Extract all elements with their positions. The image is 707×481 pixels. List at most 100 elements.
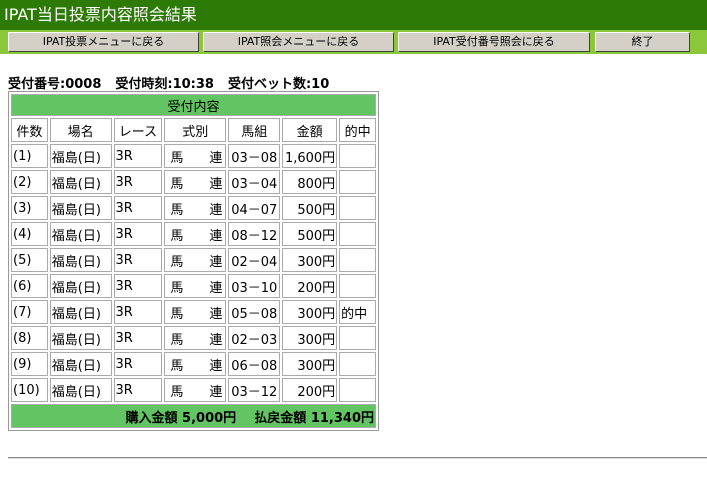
table-footer: 購入金額 5,000円 払戻金額 11,340円 bbox=[11, 404, 376, 428]
cell-hit bbox=[339, 248, 376, 272]
cell-amount: 300円 bbox=[282, 248, 338, 272]
cell-race: 3R bbox=[113, 144, 163, 168]
cell-race: 3R bbox=[113, 300, 163, 324]
cell-horses: 08－12 bbox=[228, 222, 281, 246]
cell-amount: 1,600円 bbox=[282, 144, 338, 168]
cell-count: (9) bbox=[11, 352, 48, 376]
cell-race: 3R bbox=[113, 170, 163, 194]
bet-type-text: 馬連 bbox=[170, 306, 223, 322]
cell-type: 馬連 bbox=[164, 352, 227, 376]
bet-type-text: 馬連 bbox=[170, 254, 223, 270]
cell-amount: 500円 bbox=[282, 196, 338, 220]
page-header: IPAT当日投票内容照会結果 bbox=[0, 0, 707, 30]
header-horses: 馬組 bbox=[228, 118, 281, 142]
back-to-vote-menu-button[interactable]: IPAT投票メニューに戻る bbox=[8, 32, 199, 52]
cell-amount: 300円 bbox=[282, 300, 338, 324]
cell-race: 3R bbox=[113, 352, 163, 376]
end-button[interactable]: 終了 bbox=[595, 32, 690, 52]
cell-race: 3R bbox=[113, 248, 163, 272]
header-type: 式別 bbox=[164, 118, 227, 142]
cell-race: 3R bbox=[113, 274, 163, 298]
cell-count: (3) bbox=[11, 196, 48, 220]
bet-type-text: 馬連 bbox=[170, 176, 223, 192]
cell-place: 福島(日) bbox=[49, 170, 112, 194]
cell-count: (7) bbox=[11, 300, 48, 324]
header-count: 件数 bbox=[11, 118, 48, 142]
table-row: (8) 福島(日) 3R 馬連 02－03 300円 bbox=[11, 326, 376, 350]
cell-hit bbox=[339, 326, 376, 350]
cell-place: 福島(日) bbox=[49, 300, 112, 324]
cell-place: 福島(日) bbox=[49, 274, 112, 298]
cell-type: 馬連 bbox=[164, 222, 227, 246]
cell-type: 馬連 bbox=[164, 274, 227, 298]
cell-type: 馬連 bbox=[164, 248, 227, 272]
purchase-amount: 5,000円 bbox=[182, 410, 237, 426]
cell-horses: 03－04 bbox=[228, 170, 281, 194]
cell-place: 福島(日) bbox=[49, 378, 112, 402]
bet-type-text: 馬連 bbox=[170, 358, 223, 374]
refund-label: 払戻金額 bbox=[254, 410, 307, 426]
cell-amount: 200円 bbox=[282, 378, 338, 402]
cell-count: (10) bbox=[11, 378, 48, 402]
cell-count: (5) bbox=[11, 248, 48, 272]
cell-hit bbox=[339, 144, 376, 168]
table-row: (2) 福島(日) 3R 馬連 03－04 800円 bbox=[11, 170, 376, 194]
table-header-row: 件数 場名 レース 式別 馬組 金額 的中 bbox=[11, 118, 376, 142]
header-place: 場名 bbox=[49, 118, 112, 142]
cell-horses: 03－08 bbox=[228, 144, 281, 168]
cell-count: (4) bbox=[11, 222, 48, 246]
cell-type: 馬連 bbox=[164, 378, 227, 402]
header-race: レース bbox=[113, 118, 163, 142]
cell-count: (2) bbox=[11, 170, 48, 194]
cell-count: (1) bbox=[11, 144, 48, 168]
cell-type: 馬連 bbox=[164, 300, 227, 324]
cell-horses: 05－08 bbox=[228, 300, 281, 324]
cell-horses: 06－08 bbox=[228, 352, 281, 376]
table-row: (10) 福島(日) 3R 馬連 03－12 200円 bbox=[11, 378, 376, 402]
receipt-time: 受付時刻:10:38 bbox=[115, 77, 214, 92]
cell-horses: 02－03 bbox=[228, 326, 281, 350]
receipt-number: 受付番号:0008 bbox=[8, 77, 102, 92]
table-row: (4) 福島(日) 3R 馬連 08－12 500円 bbox=[11, 222, 376, 246]
table-row: (3) 福島(日) 3R 馬連 04－07 500円 bbox=[11, 196, 376, 220]
receipt-table: 受付内容 件数 場名 レース 式別 馬組 金額 的中 (1) 福島(日) 3R 馬連 0… bbox=[8, 91, 379, 431]
cell-amount: 800円 bbox=[282, 170, 338, 194]
table-row: (7) 福島(日) 3R 馬連 05－08 300円 的中 bbox=[11, 300, 376, 324]
cell-horses: 03－10 bbox=[228, 274, 281, 298]
page-title: IPAT当日投票内容照会結果 bbox=[4, 5, 197, 24]
cell-race: 3R bbox=[113, 326, 163, 350]
back-to-receipt-inquiry-button[interactable]: IPAT受付番号照会に戻る bbox=[398, 32, 590, 52]
header-hit: 的中 bbox=[339, 118, 376, 142]
cell-hit bbox=[339, 222, 376, 246]
cell-hit bbox=[339, 274, 376, 298]
bet-type-text: 馬連 bbox=[170, 150, 223, 166]
cell-hit bbox=[339, 352, 376, 376]
bet-type-text: 馬連 bbox=[170, 332, 223, 348]
purchase-label: 購入金額 bbox=[125, 410, 178, 426]
table-row: (9) 福島(日) 3R 馬連 06－08 300円 bbox=[11, 352, 376, 376]
back-to-inquiry-menu-button[interactable]: IPAT照会メニューに戻る bbox=[203, 32, 394, 52]
cell-type: 馬連 bbox=[164, 196, 227, 220]
bet-type-text: 馬連 bbox=[170, 228, 223, 244]
table-row: (1) 福島(日) 3R 馬連 03－08 1,600円 bbox=[11, 144, 376, 168]
cell-amount: 300円 bbox=[282, 352, 338, 376]
cell-place: 福島(日) bbox=[49, 352, 112, 376]
cell-count: (6) bbox=[11, 274, 48, 298]
table-caption: 受付内容 bbox=[11, 94, 376, 116]
bet-count: 受付ベット数:10 bbox=[227, 77, 330, 92]
cell-hit: 的中 bbox=[339, 300, 376, 324]
refund-amount: 11,340円 bbox=[310, 410, 374, 426]
cell-horses: 02－04 bbox=[228, 248, 281, 272]
cell-horses: 03－12 bbox=[228, 378, 281, 402]
cell-count: (8) bbox=[11, 326, 48, 350]
cell-hit bbox=[339, 378, 376, 402]
nav-bar: IPAT投票メニューに戻る IPAT照会メニューに戻る IPAT受付番号照会に戻… bbox=[0, 30, 707, 54]
cell-type: 馬連 bbox=[164, 144, 227, 168]
cell-hit bbox=[339, 170, 376, 194]
bet-type-text: 馬連 bbox=[170, 202, 223, 218]
cell-place: 福島(日) bbox=[49, 326, 112, 350]
cell-race: 3R bbox=[113, 196, 163, 220]
bet-type-text: 馬連 bbox=[170, 280, 223, 296]
cell-amount: 200円 bbox=[282, 274, 338, 298]
cell-race: 3R bbox=[113, 222, 163, 246]
